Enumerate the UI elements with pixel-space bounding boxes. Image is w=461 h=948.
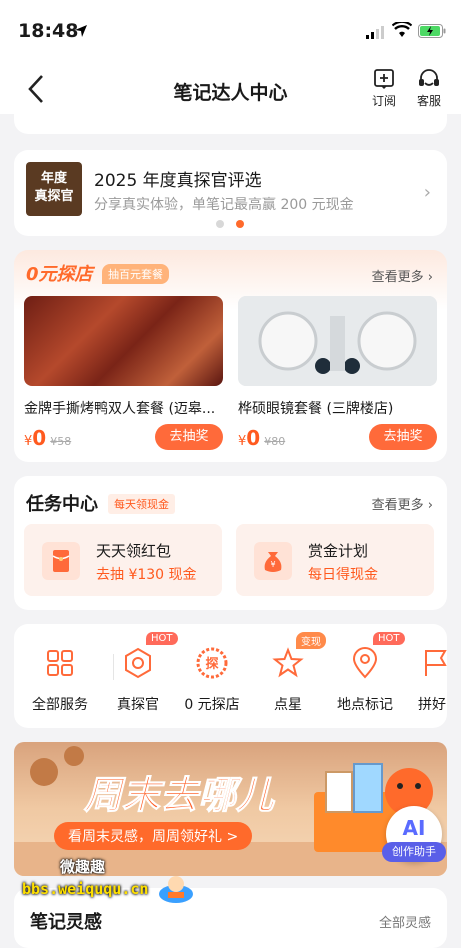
promo-subtitle: 看周末灵感，周周领好礼 > [54,822,253,850]
bounty-plan-task[interactable]: ¥ 赏金计划 每日得现金 [236,524,434,596]
free-explore-more-link[interactable]: 查看更多 › [372,266,433,285]
free-explore-title: 0元探店 [26,264,93,285]
price-1: ¥0 ¥58 [24,426,71,450]
banner-title: 2025 年度真探官评选 [94,171,262,191]
free-explore-tag: 抽百元套餐 [102,264,169,284]
task-name-1: 天天领红包 [96,542,172,560]
service-group-buy[interactable]: 拼好 [396,646,447,714]
glasses-equipment-image[interactable] [238,296,437,386]
daily-red-packet-task[interactable]: 天天领红包 去抽 ¥130 现金 [24,524,222,596]
task-center-title: 任务中心 [26,494,98,515]
map-pin-icon [352,647,378,679]
subscribe-icon [374,69,394,89]
price-value-1: 0 [32,426,47,450]
battery-icon [418,24,446,38]
navigation-bar: 笔记达人中心 订阅 客服 [0,64,461,114]
service-all[interactable]: 全部服务 [18,646,102,714]
badge-line-2: 真探官 [34,189,74,204]
service-label: 点星 [274,697,302,713]
carousel-dot [216,220,224,228]
subscribe-button[interactable]: 订阅 [362,68,406,109]
annual-badge: 年度 真探官 [26,162,82,216]
status-bar: 18:48 [0,0,461,64]
explorer-icon [125,647,151,679]
swimmer-mascot-icon [159,876,193,903]
service-star[interactable]: 变现 点星 [246,632,330,714]
roast-duck-image[interactable] [24,296,223,386]
money-bag-icon: ¥ [254,542,292,580]
badge-line-1: 年度 [40,171,67,186]
svg-text:探: 探 [205,656,218,672]
product-name-2[interactable]: 桦硕眼镜套餐 (三牌楼店) [238,398,437,418]
task-center-tag: 每天领现金 [108,494,175,514]
original-price-1: ¥58 [50,435,72,448]
cellular-signal-icon [366,26,384,39]
service-free-explore[interactable]: 探 0 元探店 [170,646,254,714]
price-2: ¥0 ¥80 [238,426,285,450]
watermark-url: bbs.weiququ.cn [22,880,149,898]
service-explorer[interactable]: HOT 真探官 [96,632,180,714]
more-label: 查看更多 [371,270,424,285]
wifi-icon [392,22,412,37]
task-sub-2: 每日得现金 [308,567,378,583]
previous-card-bottom [14,110,447,134]
optometry-device-illustration [238,296,437,386]
svg-text:¥: ¥ [270,560,275,569]
subscribe-label: 订阅 [371,94,396,108]
explore-stamp-icon: 探 [196,647,228,679]
service-label: 拼好 [418,697,446,713]
inspiration-more-link[interactable]: 全部灵感 [379,912,431,931]
service-label: 0 元探店 [184,697,240,713]
customer-service-button[interactable]: 客服 [407,68,451,109]
service-label: 地点标记 [337,697,393,713]
services-row: 全部服务 HOT 真探官 探 0 元探店 变现 点星 HOT 地点标记 拼好 [14,624,447,728]
lottery-button-2[interactable]: 去抽奖 [369,424,437,450]
inspiration-title: 笔记灵感 [30,912,102,933]
task-sub-1: 去抽 ¥130 现金 [96,567,197,583]
lottery-button-1[interactable]: 去抽奖 [155,424,223,450]
hot-badge: HOT [373,632,405,645]
flag-icon [425,650,447,676]
red-packet-icon [42,542,80,580]
annual-selection-banner[interactable]: 年度 真探官 2025 年度真探官评选 分享真实体验，单笔记最高赢 200 元现… [14,150,447,236]
banner-subtitle: 分享真实体验，单笔记最高赢 200 元现金 [94,197,354,213]
ai-assistant-label[interactable]: 创作助手 [382,842,446,862]
promo-title: 周末去哪儿 [83,773,275,818]
status-time: 18:48 [18,20,79,42]
service-location-tag[interactable]: HOT 地点标记 [323,632,407,714]
task-center-more-link[interactable]: 查看更多 › [372,494,433,513]
watermark-name: 微趣趣 [60,858,106,876]
hot-badge: HOT [146,632,178,645]
service-label: 全部服务 [32,697,88,713]
task-center-card: 任务中心 每天领现金 查看更多 › 天天领红包 去抽 ¥130 现金 ¥ 赏金计… [14,476,447,610]
star-icon [272,647,304,678]
monetize-badge: 变现 [296,632,326,649]
free-explore-card: 0元探店 抽百元套餐 查看更多 › 金牌手撕烤鸭双人套餐 (迈皋... 桦硕眼镜… [14,250,447,462]
customer-service-label: 客服 [416,94,441,108]
task-name-2: 赏金计划 [308,542,369,560]
chevron-right-icon: › [423,182,431,203]
headset-icon [419,69,439,86]
product-name-1[interactable]: 金牌手撕烤鸭双人套餐 (迈皋... [24,398,223,418]
service-label: 真探官 [117,697,159,713]
ai-icon: AI [402,816,426,840]
location-arrow-icon [75,25,87,37]
carousel-dot-active [236,220,244,228]
original-price-2: ¥80 [264,435,286,448]
grid-icon [47,650,73,676]
price-value-2: 0 [246,426,261,450]
more-label: 查看更多 [371,498,424,513]
